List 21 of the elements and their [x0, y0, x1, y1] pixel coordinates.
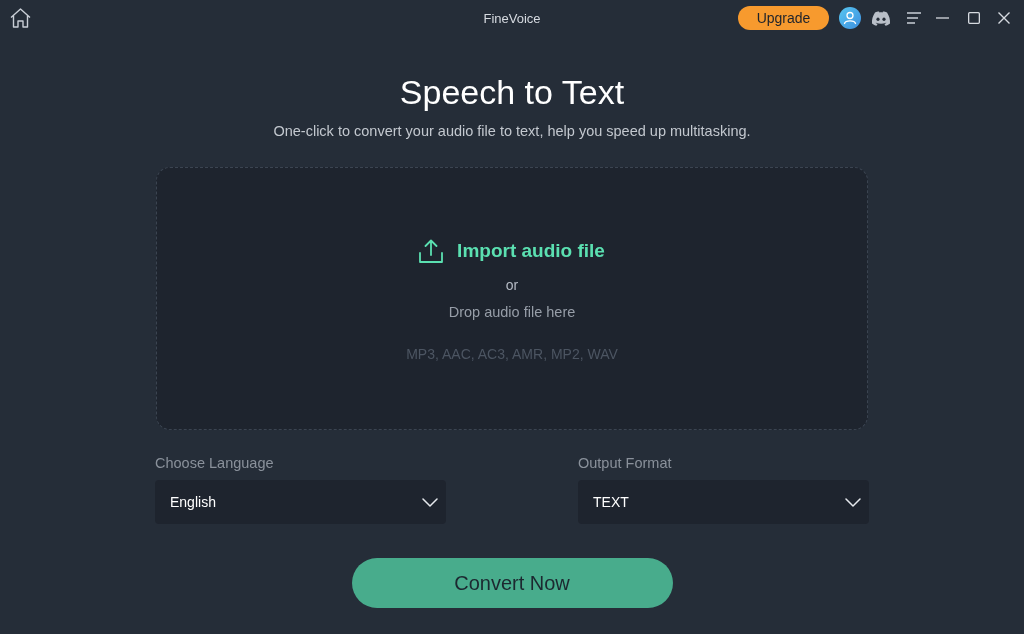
upgrade-button[interactable]: Upgrade [738, 6, 829, 30]
or-text: or [505, 276, 519, 294]
dropdown-select[interactable]: TEXT [578, 480, 869, 524]
avatar-icon[interactable] [839, 7, 861, 29]
chevron-down-icon [422, 497, 438, 507]
page-heading: Speech to Text [399, 72, 625, 112]
convert-now-button[interactable]: Convert Now [351, 558, 673, 608]
dropdown-select[interactable]: English [155, 480, 446, 524]
upload-icon [419, 239, 444, 263]
menu-icon[interactable] [907, 12, 921, 24]
home-icon[interactable] [10, 8, 31, 28]
window-title: FineVoice [483, 10, 541, 26]
option-label: Output Format [578, 454, 673, 472]
game-controller-icon[interactable] [871, 10, 891, 26]
chevron-down-icon [845, 497, 861, 507]
close-icon[interactable] [998, 12, 1010, 24]
import-audio-link[interactable]: Import audio file [457, 238, 605, 264]
page-subtitle: One-click to convert your audio file to text, help you speed up multitasking. [273, 122, 751, 141]
option-label: Choose Language [155, 454, 275, 472]
maximize-icon[interactable] [968, 12, 980, 24]
drop-hint-text: Drop audio file here [448, 303, 576, 321]
